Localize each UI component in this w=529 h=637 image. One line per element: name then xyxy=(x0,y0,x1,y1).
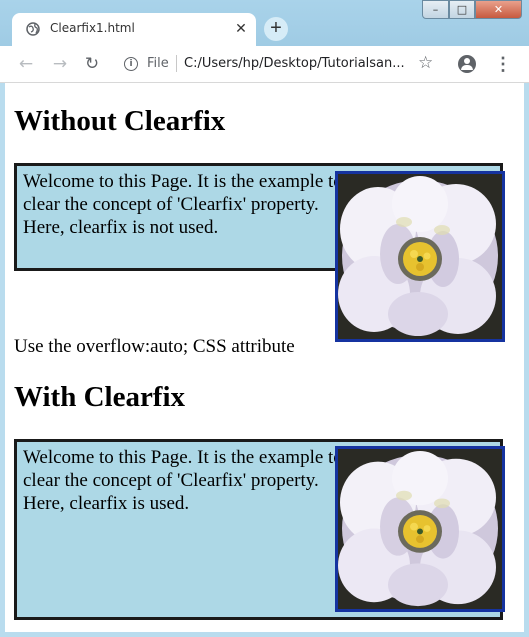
toolbar: ← → ↻ i File C:/Users/hp/Desktop/Tutoria… xyxy=(0,46,529,83)
forward-icon[interactable]: → xyxy=(50,54,70,74)
profile-icon[interactable] xyxy=(458,55,476,73)
address-bar[interactable]: C:/Users/hp/Desktop/Tutorialsan... xyxy=(184,56,405,71)
page-content: Without Clearfix Welcome to this Page. I… xyxy=(5,83,524,632)
text-without-clearfix: Welcome to this Page. It is the example … xyxy=(23,171,343,238)
flower-graphic xyxy=(338,449,502,609)
flower-image xyxy=(335,171,505,342)
security-label[interactable]: File xyxy=(147,56,169,71)
maximize-button[interactable]: □ xyxy=(449,0,475,19)
back-icon[interactable]: ← xyxy=(16,54,36,74)
flower-graphic xyxy=(338,174,502,339)
maximize-icon: □ xyxy=(456,3,468,16)
tab-clearfix1[interactable]: Clearfix1.html ✕ xyxy=(12,13,256,46)
flower-image-clearfix xyxy=(335,446,505,612)
text-with-clearfix: Welcome to this Page. It is the example … xyxy=(23,447,343,514)
minimize-button[interactable]: – xyxy=(422,0,449,19)
browser-window: Clearfix1.html ✕ + – □ ✕ ← → ↻ i File C:… xyxy=(0,0,529,637)
close-icon[interactable]: ✕ xyxy=(232,19,250,37)
star-icon[interactable]: ☆ xyxy=(418,53,433,73)
window-close-icon: ✕ xyxy=(493,3,504,16)
url-divider xyxy=(176,55,177,72)
minimize-icon: – xyxy=(432,3,439,16)
menu-icon[interactable]: ⋮ xyxy=(494,54,512,74)
globe-icon xyxy=(26,22,40,36)
tab-title: Clearfix1.html xyxy=(50,21,135,35)
new-tab-button[interactable]: + xyxy=(264,17,288,41)
heading-with-clearfix: With Clearfix xyxy=(14,381,186,413)
window-close-button[interactable]: ✕ xyxy=(475,0,522,19)
reload-icon[interactable]: ↻ xyxy=(82,54,102,74)
overflow-note: Use the overflow:auto; CSS attribute xyxy=(14,336,295,357)
heading-without-clearfix: Without Clearfix xyxy=(14,105,226,137)
info-icon[interactable]: i xyxy=(124,57,138,71)
tab-bar: Clearfix1.html ✕ + – □ ✕ xyxy=(0,0,529,46)
